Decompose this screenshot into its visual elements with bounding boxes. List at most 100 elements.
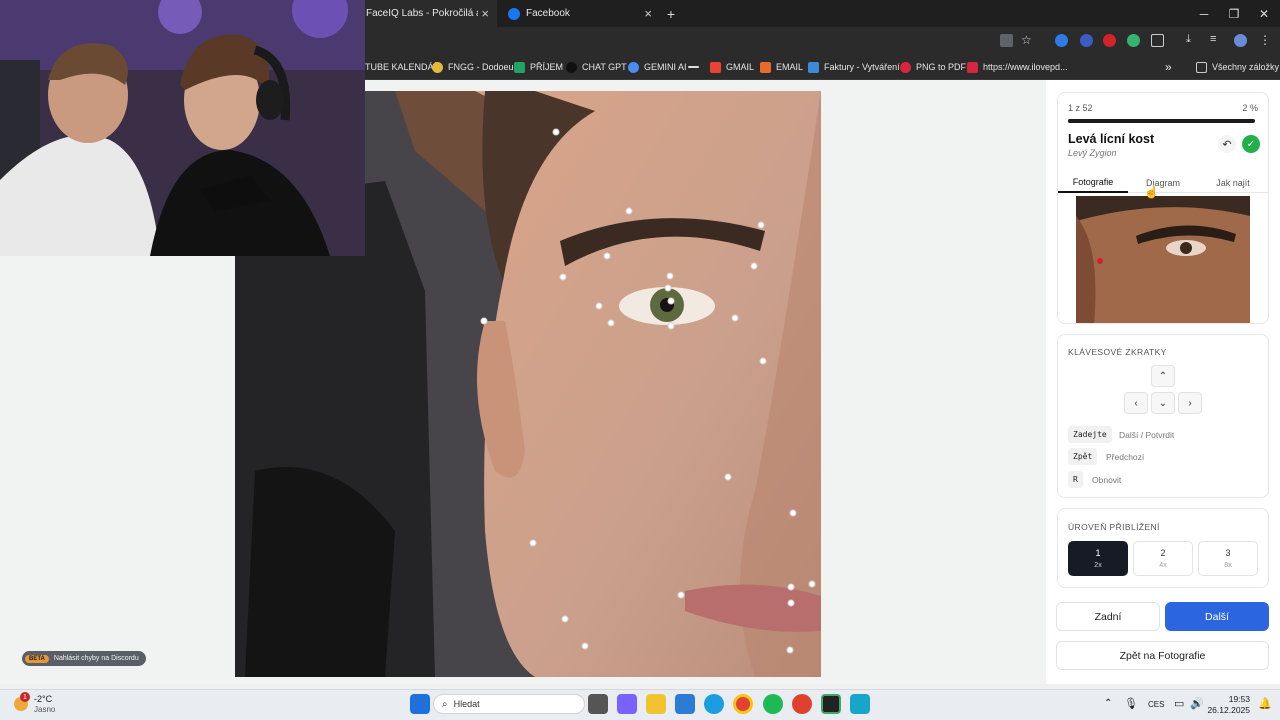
back-button[interactable]: Zadní [1056, 602, 1160, 631]
landmark-point[interactable] [559, 273, 567, 281]
landmark-point[interactable] [603, 252, 611, 260]
confirm-button[interactable]: ✓ [1242, 135, 1260, 153]
landmark-point[interactable] [757, 221, 765, 229]
tab-faceiq[interactable]: FaceIQ Labs - Pokročilá analýza × [360, 0, 497, 27]
landmark-point[interactable] [724, 473, 732, 481]
extension-2-icon[interactable] [1080, 34, 1093, 47]
network-icon[interactable]: ▭ [1174, 697, 1184, 710]
copilot-icon[interactable] [617, 694, 637, 714]
zoom-level-factor: 2x [1094, 562, 1102, 569]
tab-diagram[interactable]: Diagram [1128, 173, 1198, 193]
tray-overflow-icon[interactable]: ⌃ [1104, 698, 1112, 709]
notification-icon[interactable]: 🔔 [1258, 697, 1272, 710]
translate-icon[interactable] [1000, 34, 1013, 47]
landmark-point[interactable] [759, 357, 767, 365]
back-to-photos-button[interactable]: Zpět na Fotografie [1056, 641, 1269, 670]
bookmark-png-to-pdf[interactable]: PNG to PDF [900, 54, 966, 80]
arrow-down-key[interactable]: ⌄ [1151, 392, 1175, 414]
landmark-point[interactable] [607, 319, 615, 327]
landmark-point[interactable] [750, 262, 758, 270]
notepad-icon[interactable] [850, 694, 870, 714]
landmark-point[interactable] [664, 284, 672, 292]
bookmark-chatgpt[interactable]: CHAT GPT [566, 54, 627, 80]
report-bugs-badge[interactable]: BETA Nahlásit chyby na Discordu [22, 651, 146, 666]
landmark-point[interactable] [480, 317, 488, 325]
landmark-point[interactable] [625, 207, 633, 215]
landmark-point[interactable] [808, 580, 816, 588]
minimize-button[interactable]: ─ [1188, 0, 1220, 27]
outlook-icon[interactable] [675, 694, 695, 714]
taskbar-search[interactable]: ⌕ Hledat [433, 694, 585, 714]
landmark-point[interactable] [667, 297, 675, 305]
landmark-point[interactable] [731, 314, 739, 322]
all-bookmarks-button[interactable]: Všechny záložky [1196, 54, 1279, 80]
bookmark-prijem[interactable]: PŘÍJEM [514, 54, 563, 80]
recording-app-icon[interactable] [792, 694, 812, 714]
microphone-icon[interactable]: 🎙 [1124, 697, 1138, 710]
extension-1-icon[interactable] [1055, 34, 1068, 47]
sheets-icon [514, 61, 525, 73]
weather-widget[interactable]: 1 -2°C Jasno [12, 692, 72, 716]
bookmark-faktury[interactable]: Faktury - Vytváření [808, 54, 900, 80]
window-close-button[interactable]: ✕ [1248, 0, 1280, 27]
more-bookmarks-button[interactable]: » [1165, 54, 1172, 80]
openai-icon [566, 61, 577, 73]
clock-date[interactable]: 26.12.2025 [1206, 705, 1250, 715]
chrome-icon[interactable] [733, 694, 753, 714]
tab-jak-najit[interactable]: Jak najít [1198, 173, 1268, 193]
language-indicator[interactable]: CES [1148, 700, 1164, 709]
spotify-icon[interactable] [763, 694, 783, 714]
file-explorer-icon[interactable] [646, 694, 666, 714]
extension-3-icon[interactable] [1103, 34, 1116, 47]
landmark-point[interactable] [561, 615, 569, 623]
arrow-up-key[interactable]: ⌃ [1151, 365, 1175, 387]
landmark-point[interactable] [787, 599, 795, 607]
terminal-icon[interactable] [821, 694, 841, 714]
tab-facebook[interactable]: Facebook × [500, 0, 660, 27]
landmark-point[interactable] [666, 272, 674, 280]
undo-button[interactable]: ↶ [1218, 135, 1236, 153]
landmark-point[interactable] [677, 591, 685, 599]
download-icon[interactable]: ⤓ [1186, 33, 1199, 46]
extension-4-icon[interactable] [1127, 34, 1140, 47]
extensions-puzzle-icon[interactable] [1151, 34, 1164, 47]
clock-time[interactable]: 19:53 [1214, 694, 1250, 704]
bookmark-gemini[interactable]: GEMINI AI [628, 54, 687, 80]
arrow-right-key[interactable]: › [1178, 392, 1202, 414]
profile-avatar[interactable] [1234, 34, 1247, 47]
menu-icon[interactable]: ⋮ [1259, 33, 1272, 47]
landmark-point[interactable] [552, 128, 560, 136]
task-view-icon[interactable] [588, 694, 608, 714]
bookmark-gmail[interactable]: GMAIL [710, 54, 754, 80]
bookmark-star-icon[interactable]: ☆ [1021, 33, 1034, 47]
landmark-point[interactable] [787, 583, 795, 591]
next-button[interactable]: Další [1165, 602, 1269, 631]
new-tab-button[interactable]: + [661, 0, 681, 27]
zoom-level-1-button[interactable]: 1 2x [1068, 541, 1128, 576]
landmark-point[interactable] [667, 322, 675, 330]
arrow-left-key[interactable]: ‹ [1124, 392, 1148, 414]
zoom-level-3-button[interactable]: 3 8x [1198, 541, 1258, 576]
landmark-point[interactable] [786, 646, 794, 654]
edge-icon[interactable] [704, 694, 724, 714]
bookmark-email[interactable]: EMAIL [760, 54, 803, 80]
close-tab-icon[interactable]: × [644, 6, 652, 21]
bookmark-ilovepdf[interactable]: https://www.ilovepd... [967, 54, 1068, 80]
landmark-point[interactable] [595, 302, 603, 310]
gmail-icon [710, 61, 721, 73]
bookmark-dash[interactable] [688, 54, 704, 80]
zoom-level-2-button[interactable]: 2 4x [1133, 541, 1193, 576]
windows-start-icon[interactable] [410, 694, 430, 714]
reading-list-icon[interactable]: ≡ [1210, 33, 1223, 46]
maximize-button[interactable]: ❐ [1218, 0, 1250, 27]
tab-fotografie[interactable]: Fotografie [1058, 173, 1128, 193]
bookmark-fngg[interactable]: FNGG - Dodoeu [432, 54, 514, 80]
landmark-point[interactable] [581, 642, 589, 650]
volume-icon[interactable]: 🔊 [1190, 697, 1204, 710]
facebook-icon [508, 7, 520, 20]
screen: FaceIQ Labs - Pokročilá analýza × Facebo… [0, 0, 1280, 720]
close-tab-icon[interactable]: × [481, 6, 489, 21]
landmark-point[interactable] [789, 509, 797, 517]
bookmark-tube-kalendar[interactable]: TUBE KALENDÁŘ [365, 54, 440, 80]
landmark-point[interactable] [529, 539, 537, 547]
